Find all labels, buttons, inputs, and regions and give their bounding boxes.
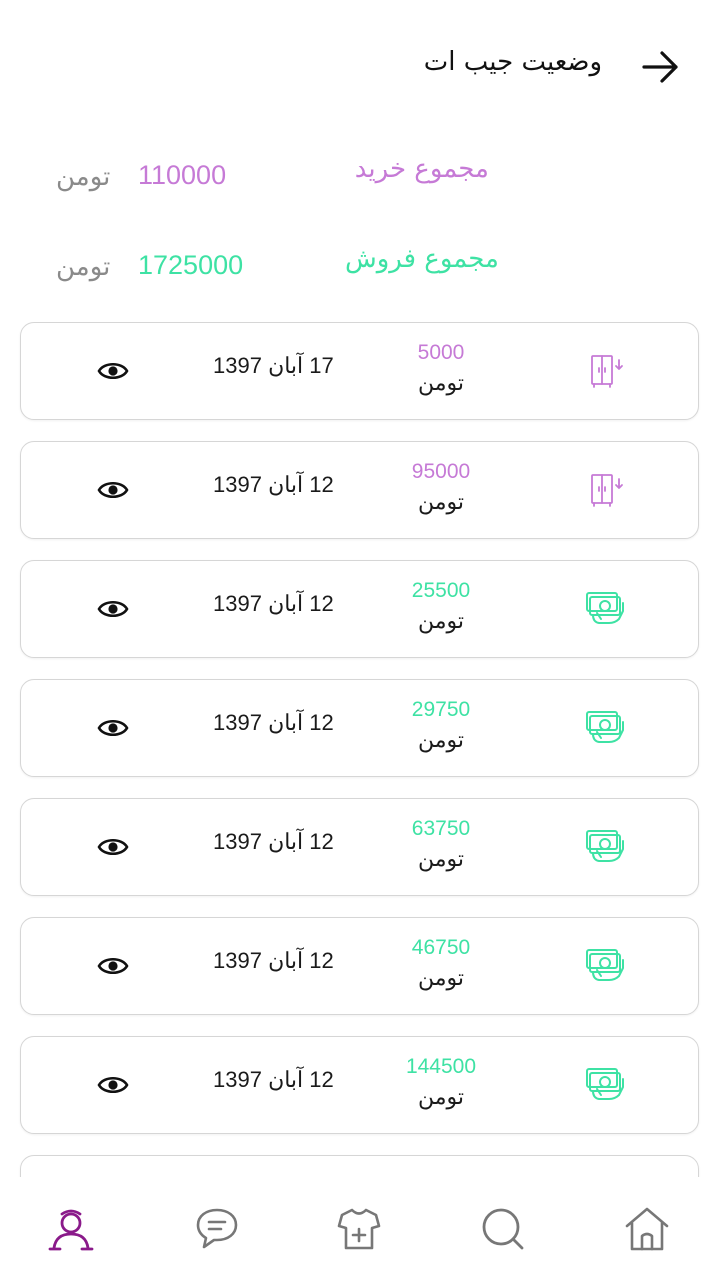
view-button[interactable]	[97, 597, 129, 621]
cash-hand-icon	[586, 1068, 624, 1100]
transaction-card[interactable]: 12 آبان 1397 95000 تومن	[20, 441, 699, 539]
nav-profile[interactable]	[46, 1204, 96, 1254]
transaction-date: 12 آبان 1397	[213, 710, 334, 735]
transaction-unit: تومن	[417, 847, 465, 872]
transaction-card[interactable]: 17 آبان 1397 5000 تومن	[20, 322, 699, 420]
wardrobe-icon	[583, 470, 627, 510]
cash-hand-icon	[583, 708, 627, 748]
transaction-unit: تومن	[417, 609, 465, 634]
sales-total-value: 1725000	[138, 250, 244, 280]
wardrobe-icon	[583, 351, 627, 391]
transaction-unit: تومن	[417, 1085, 465, 1110]
eye-icon	[97, 719, 129, 737]
cash-hand-icon	[583, 1065, 627, 1105]
nav-search[interactable]	[478, 1204, 528, 1254]
transaction-unit: تومن	[417, 490, 465, 515]
cash-hand-icon	[583, 589, 627, 629]
transaction-amount: 144500	[405, 1055, 477, 1078]
transaction-card[interactable]: 12 آبان 1397 29750 تومن	[20, 679, 699, 777]
transaction-unit: تومن	[417, 371, 465, 396]
transaction-card[interactable]: 12 آبان 1397 63750 تومن	[20, 798, 699, 896]
view-button[interactable]	[97, 359, 129, 383]
arrow-right-icon	[642, 51, 678, 83]
cash-hand-icon	[586, 830, 624, 862]
view-button[interactable]	[97, 835, 129, 859]
cash-hand-icon	[586, 711, 624, 743]
home-icon	[625, 1207, 669, 1251]
eye-icon	[97, 362, 129, 380]
app-header: وضعیت جیب ات	[0, 0, 719, 130]
purchase-total-unit: تومن	[56, 162, 111, 192]
eye-icon	[97, 1076, 129, 1094]
purchase-summary: مجموع خرید 110000 تومن	[0, 150, 719, 210]
transaction-amount: 29750	[411, 698, 471, 721]
view-button[interactable]	[97, 716, 129, 740]
page-title: وضعیت جیب ات	[423, 47, 602, 77]
bottom-nav	[0, 1178, 719, 1280]
cash-hand-icon	[583, 827, 627, 867]
nav-home[interactable]	[622, 1204, 672, 1254]
sales-total-unit: تومن	[56, 252, 111, 282]
transaction-amount: 95000	[411, 460, 471, 483]
transaction-card[interactable]: 12 آبان 1397 144500 تومن	[20, 1036, 699, 1134]
wardrobe-icon	[591, 355, 623, 388]
cash-hand-icon	[586, 592, 624, 624]
transaction-date: 12 آبان 1397	[213, 591, 334, 616]
eye-icon	[97, 600, 129, 618]
wardrobe-icon	[591, 474, 623, 507]
transaction-amount: 63750	[411, 817, 471, 840]
transaction-date: 12 آبان 1397	[213, 472, 334, 497]
nav-chat[interactable]	[192, 1204, 242, 1254]
transaction-amount: 25500	[411, 579, 471, 602]
transaction-amount: 46750	[411, 936, 471, 959]
cash-hand-icon	[583, 946, 627, 986]
sales-summary: مجموع فروش 1725000 تومن	[0, 240, 719, 300]
transaction-card[interactable]: 12 آبان 1397 25500 تومن	[20, 560, 699, 658]
transaction-card[interactable]	[20, 1155, 699, 1177]
purchase-total-value: 110000	[138, 160, 227, 190]
transaction-unit: تومن	[417, 728, 465, 753]
purchase-total-label: مجموع خرید	[354, 154, 489, 184]
sales-total-label: مجموع فروش	[344, 244, 499, 274]
profile-icon	[48, 1209, 94, 1251]
eye-icon	[97, 481, 129, 499]
transaction-date: 17 آبان 1397	[213, 353, 334, 378]
nav-add-clothing[interactable]	[334, 1204, 384, 1254]
transaction-card[interactable]: 12 آبان 1397 46750 تومن	[20, 917, 699, 1015]
transaction-date: 12 آبان 1397	[213, 948, 334, 973]
transaction-unit: تومن	[417, 966, 465, 991]
back-button[interactable]	[640, 48, 682, 86]
chat-icon	[196, 1208, 238, 1249]
transaction-list[interactable]: 17 آبان 1397 5000 تومن 12 آبان 1397 9500…	[0, 322, 719, 1177]
view-button[interactable]	[97, 954, 129, 978]
search-icon	[482, 1208, 524, 1250]
cash-hand-icon	[586, 949, 624, 981]
view-button[interactable]	[97, 1073, 129, 1097]
eye-icon	[97, 957, 129, 975]
transaction-date: 12 آبان 1397	[213, 829, 334, 854]
transaction-date: 12 آبان 1397	[213, 1067, 334, 1092]
transaction-amount: 5000	[417, 341, 465, 364]
add-clothing-icon	[337, 1208, 381, 1250]
eye-icon	[97, 838, 129, 856]
view-button[interactable]	[97, 478, 129, 502]
